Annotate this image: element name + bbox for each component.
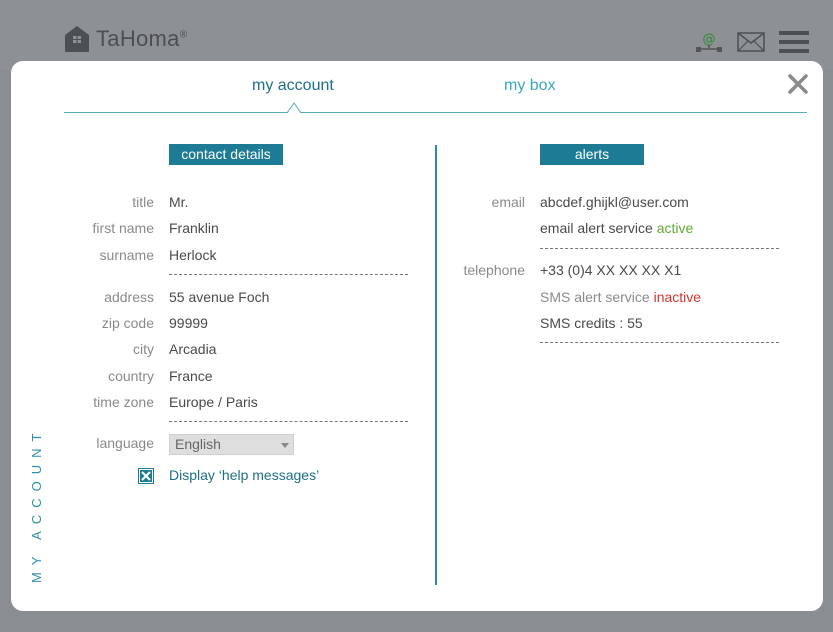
field-label-country: country [108,368,154,384]
help-messages-checkbox[interactable] [138,468,154,484]
sms-alert-service-label: SMS alert service [540,289,650,305]
sms-credits: SMS credits : 55 [540,315,643,331]
field-value-email: abcdef.ghijkl@user.com [540,194,689,210]
field-label-email: email [491,194,525,210]
field-value-time-zone: Europe / Paris [169,394,258,410]
house-icon [65,26,89,52]
sms-alert-status: inactive [653,289,702,305]
active-tab-pointer-icon [287,102,301,113]
network-at-icon[interactable]: @ [695,31,723,53]
email-alert-service-label: email alert service [540,220,653,236]
field-label-zip-code: zip code [101,315,154,331]
separator-dotted [540,248,779,249]
field-value-zip-code: 99999 [169,315,208,331]
field-value-title: Mr. [169,194,189,210]
separator-dotted [169,274,408,275]
tab-my-account[interactable]: my account [252,77,334,95]
menu-icon[interactable] [779,30,809,54]
my-account-modal: my account my box MY ACCOUNT contact det… [11,61,823,611]
field-label-title: title [132,194,154,210]
section-vertical-label: MY ACCOUNT [29,426,44,583]
contact-details-badge: contact details [169,144,283,165]
field-label-surname: surname [99,247,154,263]
field-label-language: language [96,435,154,451]
field-value-surname: Herlock [169,247,217,263]
svg-text:@: @ [703,32,716,47]
help-messages-label[interactable]: Display ‘help messages’ [169,467,319,483]
field-label-telephone: telephone [463,262,525,278]
field-label-address: address [104,289,154,305]
tab-my-box[interactable]: my box [504,77,556,95]
email-alert-service: email alert service active [540,220,693,236]
separator-dotted [540,342,779,343]
field-label-time-zone: time zone [93,394,154,410]
email-alert-status: active [656,220,694,236]
field-label-first-name: first name [92,220,154,236]
top-icons: @ [695,30,809,54]
field-value-telephone: +33 (0)4 XX XX XX X1 [540,262,682,278]
mail-icon[interactable] [737,32,765,52]
brand-name: TaHoma [96,26,180,51]
field-value-address: 55 avenue Foch [169,289,270,305]
tab-bar: my account my box [64,61,807,113]
column-divider [435,145,437,585]
separator-dotted [169,421,408,422]
field-value-first-name: Franklin [169,220,219,236]
language-select[interactable]: English [169,434,294,455]
chevron-down-icon [281,443,289,448]
language-select-value: English [175,436,221,452]
brand-mark: ® [179,29,188,41]
field-value-city: Arcadia [169,341,217,357]
field-label-city: city [133,341,154,357]
alerts-badge: alerts [540,144,644,165]
sms-alert-service: SMS alert service inactive [540,289,701,305]
tahoma-logo[interactable]: TaHoma® [64,25,187,53]
field-value-country: France [169,368,213,384]
app-header: TaHoma® @ [0,0,833,70]
